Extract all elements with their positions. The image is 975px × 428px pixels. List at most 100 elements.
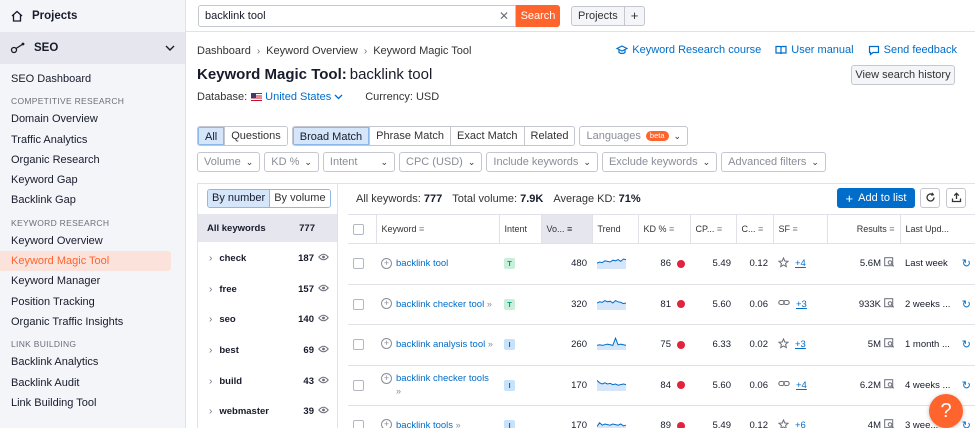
- sidebar-item-backlink-gap[interactable]: Backlink Gap: [0, 190, 185, 210]
- include-keywords-filter[interactable]: Include keywords ⌄: [486, 152, 598, 172]
- sidebar-item-organic-research[interactable]: Organic Research: [0, 150, 185, 170]
- exclude-keywords-filter[interactable]: Exclude keywords ⌄: [601, 152, 718, 172]
- sidebar-item-position-tracking[interactable]: Position Tracking: [0, 292, 185, 312]
- serp-icon[interactable]: [884, 338, 895, 351]
- col-kd[interactable]: KD % ≡: [637, 214, 690, 244]
- refresh-icon[interactable]: ↻: [962, 257, 971, 270]
- chevron-right-icon[interactable]: ›: [209, 376, 212, 387]
- col-last-updated[interactable]: Last Upd...: [899, 214, 975, 244]
- add-keyword-icon[interactable]: +: [381, 297, 392, 309]
- eye-icon[interactable]: [318, 406, 329, 417]
- broad-match-button[interactable]: Broad Match: [292, 127, 370, 145]
- chevron-right-icon[interactable]: ›: [209, 253, 212, 264]
- manual-link[interactable]: User manual: [775, 44, 854, 56]
- search-input[interactable]: [199, 6, 489, 26]
- sidebar-item-keyword-magic-tool[interactable]: Keyword Magic Tool: [0, 251, 171, 272]
- refresh-icon[interactable]: ↻: [962, 379, 971, 392]
- eye-icon[interactable]: [318, 376, 329, 387]
- sidebar-item-seo-dashboard[interactable]: SEO Dashboard: [0, 69, 185, 89]
- sidebar-item-organic-traffic-insights[interactable]: Organic Traffic Insights: [0, 312, 185, 332]
- eye-icon[interactable]: [318, 314, 329, 325]
- row-checkbox[interactable]: [353, 420, 364, 428]
- group-item[interactable]: › check 187: [198, 243, 337, 274]
- col-volume[interactable]: Vo... ≡: [540, 214, 592, 244]
- breadcrumb-dashboard[interactable]: Dashboard: [197, 45, 251, 57]
- add-keyword-icon[interactable]: +: [381, 419, 392, 428]
- sidebar-item-keyword-gap[interactable]: Keyword Gap: [0, 170, 185, 190]
- refresh-icon[interactable]: ↻: [962, 298, 971, 311]
- chevron-right-icon[interactable]: ›: [209, 284, 212, 295]
- clear-icon[interactable]: ✕: [499, 9, 509, 23]
- sidebar-item-domain-overview[interactable]: Domain Overview: [0, 109, 185, 129]
- serp-icon[interactable]: [884, 297, 895, 311]
- kd-filter[interactable]: KD % ⌄: [264, 152, 319, 172]
- col-intent[interactable]: Intent: [498, 214, 541, 244]
- view-search-history-button[interactable]: View search history: [851, 65, 955, 85]
- row-checkbox[interactable]: [353, 298, 364, 310]
- search-button[interactable]: Search: [516, 5, 560, 27]
- volume-filter[interactable]: Volume ⌄: [197, 152, 261, 172]
- sidebar-item-keyword-overview[interactable]: Keyword Overview: [0, 231, 185, 251]
- sidebar-item-traffic-analytics[interactable]: Traffic Analytics: [0, 130, 185, 150]
- phrase-match-button[interactable]: Phrase Match: [369, 127, 451, 145]
- keyword-link[interactable]: backlink analysis tool »: [396, 338, 493, 351]
- intent-filter[interactable]: Intent ⌄: [322, 152, 395, 172]
- breadcrumb-keyword-overview[interactable]: Keyword Overview: [266, 45, 358, 57]
- database-selector[interactable]: United States: [251, 91, 343, 103]
- group-item[interactable]: › best 69: [198, 335, 337, 366]
- advanced-filters[interactable]: Advanced filters ⌄: [721, 152, 826, 172]
- feedback-link[interactable]: Send feedback: [868, 44, 957, 56]
- help-button[interactable]: ?: [929, 394, 963, 428]
- col-results[interactable]: Results ≡: [826, 214, 900, 244]
- sidebar-item-backlink-analytics[interactable]: Backlink Analytics: [0, 352, 185, 372]
- serp-icon[interactable]: [884, 257, 895, 270]
- cpc-filter[interactable]: CPC (USD) ⌄: [399, 152, 483, 172]
- keyword-link[interactable]: backlink tool: [396, 258, 448, 270]
- sf-more-link[interactable]: +4: [796, 380, 807, 391]
- add-project-button[interactable]: +: [623, 7, 645, 25]
- row-checkbox[interactable]: [353, 258, 364, 270]
- related-button[interactable]: Related: [523, 127, 575, 145]
- group-item[interactable]: › seo 140: [198, 304, 337, 335]
- export-button[interactable]: [946, 188, 966, 208]
- sf-more-link[interactable]: +3: [795, 339, 806, 350]
- serp-icon[interactable]: [884, 378, 895, 392]
- languages-dropdown[interactable]: Languages beta ⌄: [579, 126, 689, 146]
- select-all-checkbox[interactable]: [353, 223, 364, 235]
- refresh-icon[interactable]: ↻: [962, 419, 971, 428]
- row-checkbox[interactable]: [353, 379, 364, 391]
- add-keyword-icon[interactable]: +: [381, 338, 392, 350]
- eye-icon[interactable]: [318, 345, 329, 356]
- by-volume-button[interactable]: By volume: [270, 190, 330, 207]
- projects-button[interactable]: Projects: [572, 7, 624, 25]
- row-checkbox[interactable]: [353, 339, 364, 351]
- sidebar-seo-group[interactable]: SEO: [0, 32, 185, 64]
- group-item[interactable]: › webmaster 39: [198, 397, 337, 428]
- sidebar-item-link-building-tool[interactable]: Link Building Tool: [0, 393, 185, 413]
- by-number-button[interactable]: By number: [208, 190, 271, 207]
- add-keyword-icon[interactable]: +: [381, 257, 392, 269]
- eye-icon[interactable]: [318, 284, 329, 295]
- sf-more-link[interactable]: +4: [795, 258, 806, 269]
- filter-questions-button[interactable]: Questions: [224, 127, 287, 145]
- col-trend[interactable]: Trend: [591, 214, 638, 244]
- group-item[interactable]: › build 43: [198, 366, 337, 397]
- group-all-keywords[interactable]: All keywords 777: [198, 214, 337, 242]
- col-competition[interactable]: C... ≡: [735, 214, 773, 244]
- col-sf[interactable]: SF ≡: [772, 214, 827, 244]
- sidebar-projects[interactable]: Projects: [0, 0, 185, 32]
- sf-more-link[interactable]: +3: [796, 299, 807, 310]
- keyword-link[interactable]: backlink checker tools »: [396, 373, 494, 398]
- chevron-right-icon[interactable]: ›: [209, 314, 212, 325]
- sidebar-item-keyword-manager[interactable]: Keyword Manager: [0, 271, 185, 291]
- course-link[interactable]: Keyword Research course: [616, 44, 761, 56]
- chevron-right-icon[interactable]: ›: [209, 345, 212, 356]
- sf-more-link[interactable]: +6: [795, 420, 806, 428]
- keyword-link[interactable]: backlink tools »: [396, 419, 461, 428]
- col-cpc[interactable]: CP... ≡: [689, 214, 736, 244]
- refresh-button[interactable]: [920, 188, 940, 208]
- chevron-right-icon[interactable]: ›: [209, 406, 212, 417]
- refresh-icon[interactable]: ↻: [962, 338, 971, 351]
- double-chevron-icon[interactable]: »: [487, 299, 492, 309]
- eye-icon[interactable]: [318, 253, 329, 264]
